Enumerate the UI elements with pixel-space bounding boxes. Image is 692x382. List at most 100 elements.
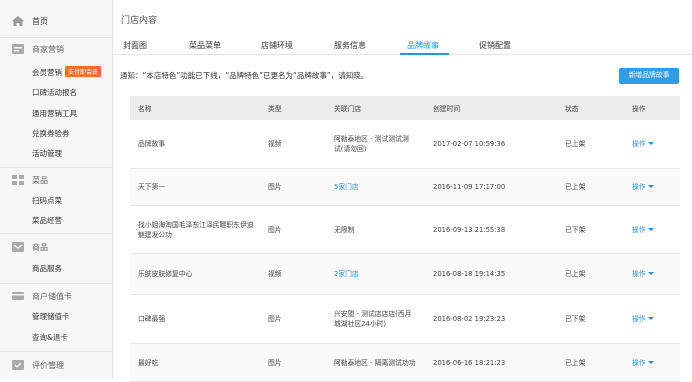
row-action-label: 操作	[632, 315, 646, 323]
row-time: 2016-06-16 18:21:23	[433, 359, 506, 367]
row-store: 兴安盟 - 测试店店店(西月城湖社区24小时)	[334, 310, 412, 328]
row-status: 已上架	[565, 359, 586, 367]
divider	[0, 351, 113, 352]
add-brand-story-button[interactable]: 新增品牌故事	[619, 68, 679, 84]
divider	[0, 233, 113, 234]
sidebar-section-label: 商户储值卡	[32, 291, 72, 301]
column-header-store: 关联门店	[334, 105, 362, 113]
row-store-link[interactable]: 2家门店	[334, 269, 359, 279]
row-name: 最好吃	[138, 359, 159, 367]
caret-down-icon	[647, 228, 654, 231]
row-store: 阿勒泰地区 - 隔离测试功功	[334, 359, 416, 367]
sidebar-section-label: 商品	[32, 242, 48, 252]
row-time: 2016-08-02 19:23:23	[433, 315, 506, 323]
row-status: 已下架	[565, 315, 586, 323]
row-name: 品牌故事	[138, 140, 166, 148]
sidebar-item-scan-order[interactable]: 扫码点菜	[32, 195, 62, 206]
sidebar-item-goods-service[interactable]: 商品服务	[32, 263, 62, 274]
row-name: 口碑最强	[138, 315, 166, 323]
row-time: 2016-09-13 21:55:38	[433, 226, 506, 234]
active-tab-indicator	[400, 53, 449, 55]
caret-down-icon	[647, 361, 654, 364]
tab-cover[interactable]: 封面图	[123, 40, 147, 51]
row-action-label: 操作	[632, 270, 646, 278]
sidebar-item-dish-mgmt[interactable]: 菜品经营	[32, 215, 62, 226]
sidebar-item-manage-card[interactable]: 管理储值卡	[32, 311, 70, 322]
sidebar-item-koubei-signup[interactable]: 口碑活动报名	[32, 87, 77, 98]
row-status: 已上架	[565, 140, 586, 148]
divider	[0, 37, 113, 38]
row-type: 图片	[268, 359, 282, 367]
caret-down-icon	[647, 317, 654, 320]
row-action-dropdown[interactable]: 操作	[632, 269, 654, 279]
row-action-label: 操作	[632, 226, 646, 234]
row-name: 乐肤皮肤修复中心	[138, 270, 193, 278]
sidebar-item-general-tools[interactable]: 通用营销工具	[32, 108, 77, 119]
row-action-dropdown[interactable]: 操作	[632, 139, 654, 149]
sidebar-section-dishes[interactable]: 菜品	[0, 171, 113, 189]
column-header-type: 类型	[268, 105, 282, 113]
notice-text: 通知：“本店特色”功能已下线，“品牌特色”已更名为“品牌故事”，请知晓。	[120, 71, 369, 80]
row-type: 图片	[268, 226, 282, 234]
row-store-link[interactable]: 5家门店	[334, 182, 359, 192]
row-type: 视频	[268, 140, 282, 148]
tab-environment[interactable]: 店铺环境	[261, 40, 293, 51]
row-action-dropdown[interactable]: 操作	[632, 314, 654, 324]
table-row: 乐肤皮肤修复中心 视频 2家门店 2016-08-18 19:14:35 已上架…	[130, 254, 680, 295]
divider	[0, 283, 113, 284]
divider	[0, 167, 113, 168]
grid-icon	[12, 175, 24, 185]
review-icon	[12, 360, 24, 370]
row-status: 已上架	[565, 183, 586, 191]
sidebar-item-activity-mgmt[interactable]: 活动管理	[32, 148, 62, 159]
sidebar-item-query-refund[interactable]: 查询&退卡	[32, 332, 68, 343]
caret-down-icon	[647, 142, 654, 145]
table-header: 名称 类型 关联门店 创建时间 状态 操作	[130, 96, 680, 120]
marketing-icon	[12, 44, 24, 54]
sidebar-item-voucher-check[interactable]: 兑换券验券	[32, 128, 70, 139]
tab-brand-story[interactable]: 品牌故事	[407, 40, 439, 51]
caret-down-icon	[647, 272, 654, 275]
column-header-name: 名称	[138, 105, 152, 113]
sidebar: 首页 商家营销 会员营销 支付即会员 口碑活动报名 通用营销工具 兑换券验券 活动…	[0, 0, 113, 379]
promo-badge: 支付即会员	[65, 66, 102, 77]
row-type: 视频	[268, 270, 282, 278]
row-action-label: 操作	[632, 183, 646, 191]
sidebar-home[interactable]: 首页	[0, 12, 113, 30]
table-row: 品牌故事 视频 阿勒泰地区 - 测试测试测试(请勿回) 2017-02-07 1…	[130, 120, 680, 169]
sidebar-item-member-marketing[interactable]: 会员营销 支付即会员	[32, 66, 102, 78]
column-header-status: 状态	[565, 105, 579, 113]
sidebar-section-label: 评价管理	[32, 360, 64, 370]
table-row: 最好吃 图片 阿勒泰地区 - 隔离测试功功 2016-06-16 18:21:2…	[130, 344, 680, 382]
card-icon	[12, 292, 24, 300]
row-action-label: 操作	[632, 359, 646, 367]
sidebar-section-goods[interactable]: 商品	[0, 238, 113, 256]
sidebar-item-label: 会员营销	[32, 68, 62, 77]
tab-menu[interactable]: 菜品菜单	[189, 40, 221, 51]
row-time: 2016-11-09 17:17:00	[433, 183, 506, 191]
row-time: 2016-08-18 19:14:35	[433, 270, 506, 278]
page-title: 门店内容	[121, 16, 158, 26]
goods-icon	[12, 242, 24, 252]
main-content: 门店内容 封面图 菜品菜单 店铺环境 服务信息 品牌故事 促销配置 通知：“本店…	[113, 0, 692, 382]
column-header-time: 创建时间	[433, 105, 461, 113]
sidebar-section-label: 菜品	[32, 175, 48, 185]
row-name: 天下第一	[138, 183, 166, 191]
table-row: 天下第一 图片 5家门店 2016-11-09 17:17:00 已上架 操作	[130, 169, 680, 206]
home-icon	[12, 16, 24, 26]
sidebar-section-reviews[interactable]: 评价管理	[0, 356, 113, 374]
table-row: 找小姐海淘国毛泽东江泽民鞭职东伊迫魅建发公功 图片 无限制 2016-09-13…	[130, 206, 680, 254]
row-action-dropdown[interactable]: 操作	[632, 182, 654, 192]
sidebar-section-marketing[interactable]: 商家营销	[0, 40, 113, 58]
row-action-dropdown[interactable]: 操作	[632, 358, 654, 368]
tab-service-info[interactable]: 服务信息	[334, 40, 366, 51]
row-type: 图片	[268, 183, 282, 191]
row-action-dropdown[interactable]: 操作	[632, 225, 654, 235]
row-type: 图片	[268, 315, 282, 323]
row-status: 已上架	[565, 270, 586, 278]
tab-bar: 封面图 菜品菜单 店铺环境 服务信息 品牌故事 促销配置	[113, 37, 692, 55]
tab-promotion[interactable]: 促销配置	[479, 40, 511, 51]
row-action-label: 操作	[632, 140, 646, 148]
row-time: 2017-02-07 10:59:36	[433, 140, 506, 148]
sidebar-section-stored-card[interactable]: 商户储值卡	[0, 287, 113, 305]
